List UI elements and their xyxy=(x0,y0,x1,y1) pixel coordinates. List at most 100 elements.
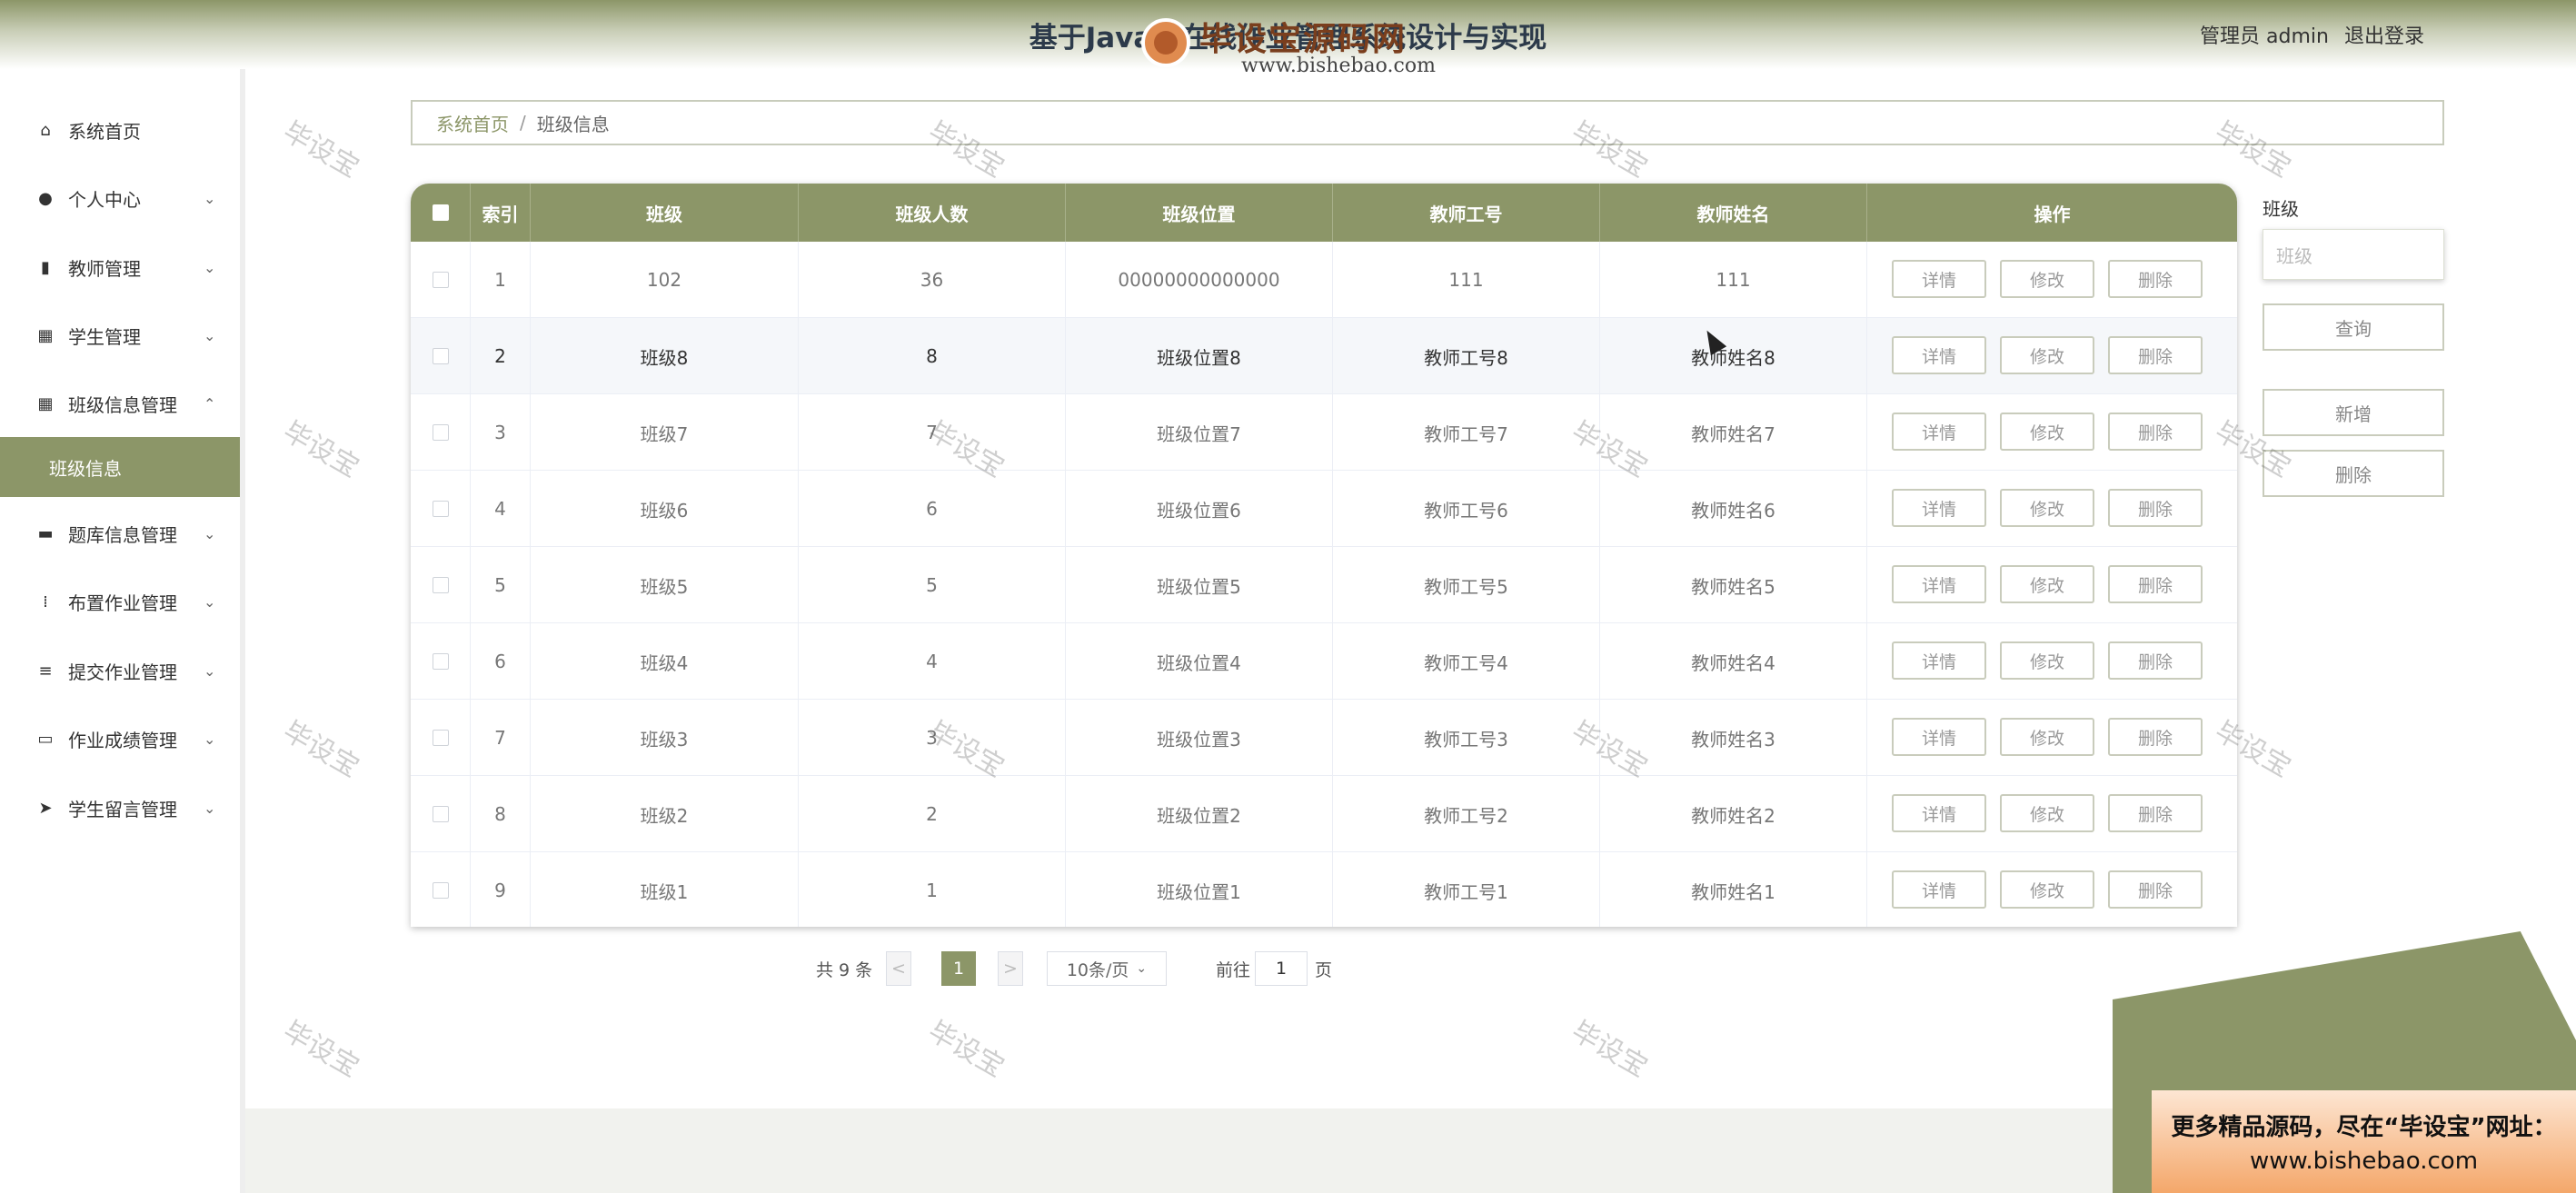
site-logo-watermark: 毕设宝源码网 www.bishebao.com xyxy=(1105,0,1487,87)
breadcrumb: 系统首页 / 班级信息 xyxy=(411,100,2444,145)
row-checkbox[interactable] xyxy=(432,806,449,822)
column-header: 教师姓名 xyxy=(1600,184,1867,242)
cell-count: 36 xyxy=(799,242,1066,318)
delete-button[interactable]: 删除 xyxy=(2108,336,2203,374)
detail-button[interactable]: 详情 xyxy=(1892,565,1986,603)
sidebar-item-class-info[interactable]: ▦ 班级信息管理 ⌃ xyxy=(0,376,240,431)
logo-brand: 毕设宝源码网 xyxy=(1199,21,1407,58)
cell-teacher-id: 教师工号2 xyxy=(1333,776,1600,852)
sidebar: ⌂ 系统首页 ● 个人中心 ⌄ ▮ 教师管理 ⌄ ▦ 学生管理 ⌄ ▦ 班级信息… xyxy=(0,69,245,1193)
sliders-icon: ≡ xyxy=(38,661,53,681)
breadcrumb-home[interactable]: 系统首页 xyxy=(436,110,509,136)
sidebar-item-homework-score[interactable]: ▭ 作业成绩管理 ⌄ xyxy=(0,711,240,766)
delete-button[interactable]: 删除 xyxy=(2108,718,2203,756)
delete-button[interactable]: 删除 xyxy=(2108,870,2203,909)
delete-button[interactable]: 删除 xyxy=(2108,794,2203,832)
breadcrumb-current: 班级信息 xyxy=(536,113,610,135)
row-checkbox[interactable] xyxy=(432,501,449,517)
search-class-label: 班级 xyxy=(2263,198,2299,220)
detail-button[interactable]: 详情 xyxy=(1892,794,1986,832)
cell-teacher-name: 教师姓名7 xyxy=(1600,394,1867,471)
sidebar-item-label: 布置作业管理 xyxy=(68,592,177,614)
sidebar-item-student[interactable]: ▦ 学生管理 ⌄ xyxy=(0,308,240,363)
logout-link[interactable]: 退出登录 xyxy=(2344,25,2424,48)
cell-count: 5 xyxy=(799,547,1066,623)
row-checkbox[interactable] xyxy=(432,882,449,899)
edit-button[interactable]: 修改 xyxy=(2000,870,2094,909)
cell-teacher-name: 111 xyxy=(1600,242,1867,318)
detail-button[interactable]: 详情 xyxy=(1892,413,1986,451)
row-checkbox[interactable] xyxy=(432,424,449,441)
watermark-text: 毕设宝 xyxy=(277,115,364,184)
edit-button[interactable]: 修改 xyxy=(2000,336,2094,374)
cell-location: 班级位置4 xyxy=(1066,623,1333,700)
prev-page-button[interactable]: < xyxy=(886,951,911,986)
batch-delete-button[interactable]: 删除 xyxy=(2263,450,2444,497)
table-row: 5 班级5 5 班级位置5 教师工号5 教师姓名5 详情 修改 删除 xyxy=(411,547,2237,623)
cell-teacher-id: 教师工号8 xyxy=(1333,318,1600,394)
row-select-cell xyxy=(411,471,471,547)
column-header: 班级人数 xyxy=(799,184,1066,242)
table-header: 索引 班级 班级人数 班级位置 教师工号 教师姓名 操作 xyxy=(411,184,2237,242)
cell-count: 7 xyxy=(799,394,1066,471)
sidebar-item-submit-homework[interactable]: ≡ 提交作业管理 ⌄ xyxy=(0,643,240,698)
detail-button[interactable]: 详情 xyxy=(1892,336,1986,374)
delete-button[interactable]: 删除 xyxy=(2108,641,2203,680)
sidebar-item-personal-center[interactable]: ● 个人中心 ⌄ xyxy=(0,171,240,225)
promo-line-1: 更多精品源码，尽在“毕设宝”网址： xyxy=(2171,1114,2557,1141)
next-page-button[interactable]: > xyxy=(998,951,1023,986)
detail-button[interactable]: 详情 xyxy=(1892,260,1986,298)
column-header: 班级位置 xyxy=(1066,184,1333,242)
sidebar-subitem-class-info[interactable]: 班级信息 xyxy=(0,437,240,497)
sidebar-item-teacher[interactable]: ▮ 教师管理 ⌄ xyxy=(0,240,240,294)
chevron-down-icon: ⌄ xyxy=(204,799,216,817)
row-checkbox[interactable] xyxy=(432,272,449,288)
row-checkbox[interactable] xyxy=(432,653,449,670)
delete-button[interactable]: 删除 xyxy=(2108,565,2203,603)
delete-button[interactable]: 删除 xyxy=(2108,413,2203,451)
delete-button[interactable]: 删除 xyxy=(2108,260,2203,298)
detail-button[interactable]: 详情 xyxy=(1892,718,1986,756)
query-button[interactable]: 查询 xyxy=(2263,303,2444,351)
cell-teacher-name: 教师姓名4 xyxy=(1600,623,1867,700)
sidebar-item-label: 学生管理 xyxy=(68,325,141,348)
edit-button[interactable]: 修改 xyxy=(2000,718,2094,756)
edit-button[interactable]: 修改 xyxy=(2000,413,2094,451)
chevron-down-icon: ⌄ xyxy=(204,189,216,207)
edit-button[interactable]: 修改 xyxy=(2000,641,2094,680)
goto-label: 前往 xyxy=(1216,959,1251,980)
row-select-cell xyxy=(411,547,471,623)
search-class-input[interactable]: 班级 xyxy=(2263,229,2444,280)
column-header: 索引 xyxy=(471,184,531,242)
row-checkbox[interactable] xyxy=(432,730,449,746)
add-button[interactable]: 新增 xyxy=(2263,389,2444,436)
chevron-down-icon: ⌄ xyxy=(204,326,216,344)
chevron-down-icon: ⌄ xyxy=(204,258,216,276)
cell-cls: 班级8 xyxy=(531,318,799,394)
row-checkbox[interactable] xyxy=(432,348,449,364)
delete-button[interactable]: 删除 xyxy=(2108,489,2203,527)
sidebar-item-home[interactable]: ⌂ 系统首页 xyxy=(0,103,240,157)
goto-page-input[interactable]: 1 xyxy=(1255,951,1308,986)
breadcrumb-separator: / xyxy=(520,112,526,134)
cell-cls: 班级3 xyxy=(531,700,799,776)
page-size-select[interactable]: 10条/页 ⌄ xyxy=(1047,951,1167,986)
detail-button[interactable]: 详情 xyxy=(1892,641,1986,680)
sidebar-item-student-message[interactable]: ➤ 学生留言管理 ⌄ xyxy=(0,780,240,835)
chevron-down-icon: ⌄ xyxy=(1136,961,1148,976)
cell-count: 8 xyxy=(799,318,1066,394)
sidebar-item-assign-homework[interactable]: ⁞ 布置作业管理 ⌄ xyxy=(0,574,240,629)
detail-button[interactable]: 详情 xyxy=(1892,870,1986,909)
edit-button[interactable]: 修改 xyxy=(2000,489,2094,527)
detail-button[interactable]: 详情 xyxy=(1892,489,1986,527)
edit-button[interactable]: 修改 xyxy=(2000,794,2094,832)
cell-teacher-id: 教师工号4 xyxy=(1333,623,1600,700)
edit-button[interactable]: 修改 xyxy=(2000,260,2094,298)
sidebar-item-question-bank[interactable]: ▬ 题库信息管理 ⌄ xyxy=(0,506,240,561)
edit-button[interactable]: 修改 xyxy=(2000,565,2094,603)
page-1-button[interactable]: 1 xyxy=(941,951,976,986)
row-checkbox[interactable] xyxy=(432,577,449,593)
row-select-cell xyxy=(411,776,471,852)
cell-index: 6 xyxy=(471,623,531,700)
select-all-checkbox[interactable] xyxy=(432,204,449,221)
